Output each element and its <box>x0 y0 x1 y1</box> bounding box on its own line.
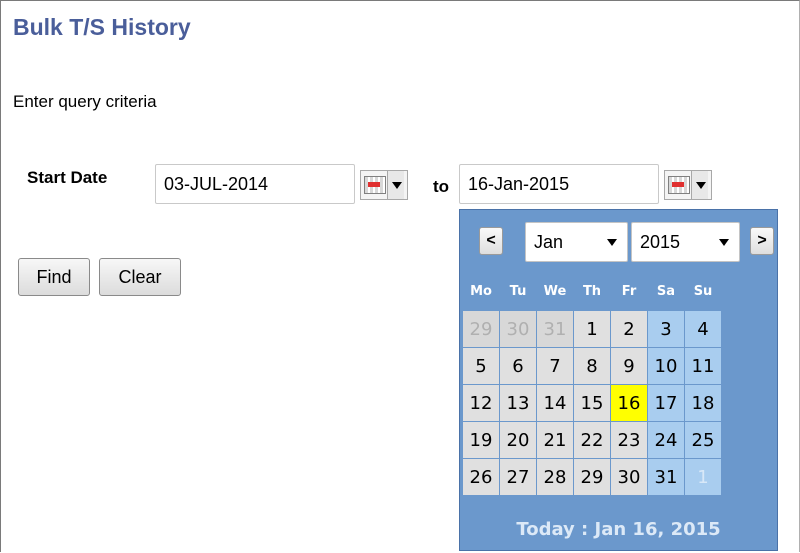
calendar-day-cell[interactable]: 3 <box>647 310 685 348</box>
calendar-day-cell[interactable]: 4 <box>684 310 722 348</box>
next-month-button[interactable]: > <box>750 227 774 255</box>
calendar-day-cell[interactable]: 17 <box>647 384 685 422</box>
start-date-calendar-button[interactable] <box>360 170 408 200</box>
query-instructions: Enter query criteria <box>13 92 157 111</box>
calendar-day-cell[interactable]: 13 <box>499 384 537 422</box>
calendar-day-cell[interactable]: 28 <box>536 458 574 496</box>
calendar-day-cell[interactable]: 9 <box>610 347 648 385</box>
chevron-down-icon <box>387 171 404 199</box>
page-title: Bulk T/S History <box>13 14 191 40</box>
calendar-day-cell[interactable]: 15 <box>573 384 611 422</box>
calendar-day-cell[interactable]: 8 <box>573 347 611 385</box>
calendar-icon <box>668 176 690 194</box>
end-date-input[interactable] <box>459 164 659 204</box>
calendar-day-cell[interactable]: 25 <box>684 421 722 459</box>
weekday-label: We <box>536 273 574 311</box>
calendar-day-cell[interactable]: 5 <box>462 347 500 385</box>
calendar-day-cell[interactable]: 2 <box>610 310 648 348</box>
month-select[interactable]: Jan <box>525 222 628 262</box>
calendar-week-row: 29 30 31 1 2 3 4 <box>462 310 722 348</box>
weekday-label: Mo <box>462 273 500 311</box>
calendar-week-row: 5 6 7 8 9 10 11 <box>462 347 722 385</box>
weekday-label: Fr <box>610 273 648 311</box>
calendar-day-cell[interactable]: 10 <box>647 347 685 385</box>
calendar-day-cell[interactable]: 27 <box>499 458 537 496</box>
calendar-week-row: 26 27 28 29 30 31 1 <box>462 458 722 496</box>
calendar-day-cell[interactable]: 24 <box>647 421 685 459</box>
calendar-week-row: 12 13 14 15 16 17 18 <box>462 384 722 422</box>
weekday-label: Th <box>573 273 611 311</box>
end-date-calendar-button[interactable] <box>664 170 712 200</box>
calendar-header: < Jan 2015 > <box>460 210 777 272</box>
calendar-day-cell[interactable]: 29 <box>462 310 500 348</box>
to-label: to <box>433 177 450 196</box>
calendar-day-cell[interactable]: 22 <box>573 421 611 459</box>
weekday-label: Sa <box>647 273 685 311</box>
year-select[interactable]: 2015 <box>631 222 740 262</box>
calendar-day-cell[interactable]: 23 <box>610 421 648 459</box>
calendar-week-row: 19 20 21 22 23 24 25 <box>462 421 722 459</box>
calendar-day-cell[interactable]: 12 <box>462 384 500 422</box>
calendar-day-cell[interactable]: 6 <box>499 347 537 385</box>
clear-button[interactable]: Clear <box>99 258 181 296</box>
today-link[interactable]: Today : Jan 16, 2015 <box>460 510 777 550</box>
calendar-day-cell[interactable]: 30 <box>499 310 537 348</box>
calendar-day-cell[interactable]: 26 <box>462 458 500 496</box>
calendar-day-cell[interactable]: 1 <box>573 310 611 348</box>
calendar-day-cell[interactable]: 21 <box>536 421 574 459</box>
calendar-day-cell[interactable]: 31 <box>647 458 685 496</box>
calendar-day-cell[interactable]: 20 <box>499 421 537 459</box>
calendar-icon <box>364 176 386 194</box>
calendar-popup: < Jan 2015 > Mo Tu We Th Fr Sa Su 29 30 … <box>459 209 778 551</box>
calendar-day-cell[interactable]: 14 <box>536 384 574 422</box>
calendar-day-cell[interactable]: 29 <box>573 458 611 496</box>
calendar-day-cell[interactable]: 19 <box>462 421 500 459</box>
calendar-grid: Mo Tu We Th Fr Sa Su 29 30 31 1 2 3 4 5 … <box>462 273 722 496</box>
find-button[interactable]: Find <box>18 258 90 296</box>
calendar-day-cell[interactable]: 1 <box>684 458 722 496</box>
calendar-day-cell[interactable]: 11 <box>684 347 722 385</box>
calendar-day-cell[interactable]: 30 <box>610 458 648 496</box>
weekday-label: Tu <box>499 273 537 311</box>
calendar-day-cell[interactable]: 31 <box>536 310 574 348</box>
weekday-header-row: Mo Tu We Th Fr Sa Su <box>462 273 722 311</box>
calendar-day-cell[interactable]: 18 <box>684 384 722 422</box>
start-date-input[interactable] <box>155 164 355 204</box>
weekday-label: Su <box>684 273 722 311</box>
calendar-day-selected[interactable]: 16 <box>610 384 648 422</box>
calendar-day-cell[interactable]: 7 <box>536 347 574 385</box>
start-date-label: Start Date <box>27 168 108 187</box>
chevron-down-icon <box>691 171 708 199</box>
previous-month-button[interactable]: < <box>479 227 503 255</box>
